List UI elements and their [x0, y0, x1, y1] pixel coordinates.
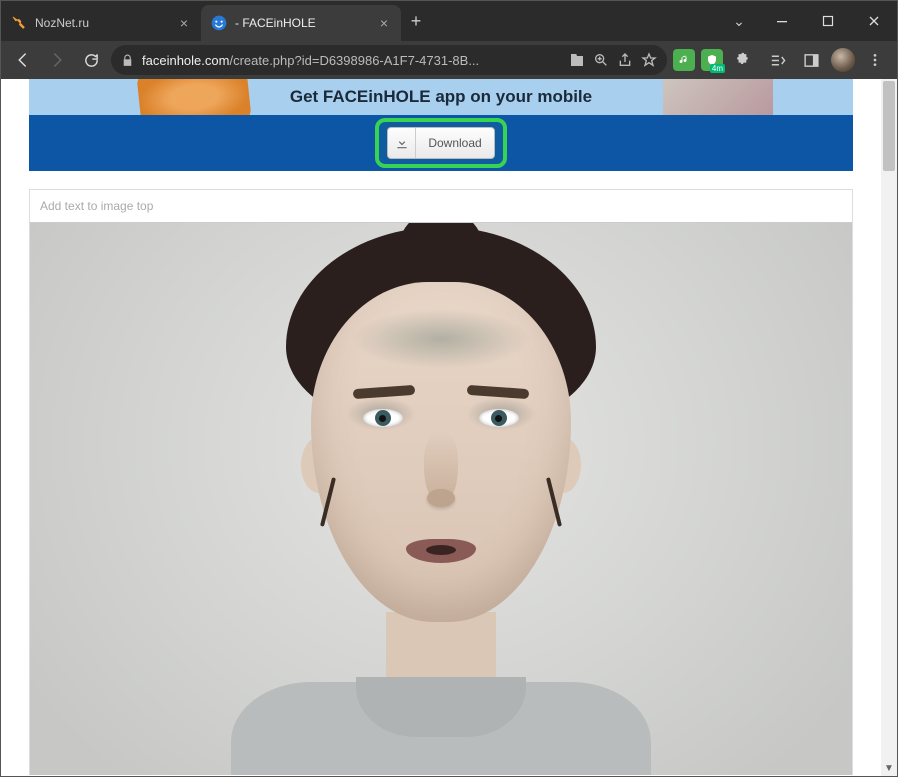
minimize-button[interactable]: [759, 1, 805, 41]
face-composite: [231, 227, 651, 767]
tutorial-highlight: Download: [375, 118, 506, 168]
new-tab-button[interactable]: +: [401, 1, 431, 41]
forward-button[interactable]: [43, 46, 71, 74]
download-icon: [388, 128, 416, 158]
zoom-icon[interactable]: [593, 52, 609, 68]
address-bar[interactable]: faceinhole.com/create.php?id=D6398986-A1…: [111, 45, 667, 75]
profile-avatar[interactable]: [831, 48, 855, 72]
window-controls: ⌄: [719, 1, 897, 41]
close-icon[interactable]: ×: [177, 15, 191, 31]
tab-title: NozNet.ru: [35, 16, 169, 30]
media-control-icon[interactable]: [763, 46, 791, 74]
extension-music-icon[interactable]: [673, 49, 695, 71]
extension-badge: 4m: [710, 64, 725, 73]
lock-icon: [121, 54, 134, 67]
close-window-button[interactable]: [851, 1, 897, 41]
page-content: Get FACEinHOLE app on your mobile Downlo…: [1, 79, 881, 775]
maximize-button[interactable]: [805, 1, 851, 41]
kebab-menu-icon[interactable]: [861, 46, 889, 74]
promo-text: Get FACEinHOLE app on your mobile: [290, 87, 592, 107]
caption-input-container: [29, 189, 853, 223]
chevron-down-icon[interactable]: ⌄: [719, 13, 759, 30]
extension-shield-icon[interactable]: 4m: [701, 49, 723, 71]
promo-graphic-left: [136, 79, 251, 115]
tab-faceinhole[interactable]: - FACEinHOLE ×: [201, 5, 401, 41]
side-panel-icon[interactable]: [797, 46, 825, 74]
tab-noznet[interactable]: NozNet.ru ×: [1, 5, 201, 41]
result-image: [29, 223, 853, 775]
back-button[interactable]: [9, 46, 37, 74]
tab-title: - FACEinHOLE: [235, 16, 369, 30]
extensions-button[interactable]: [729, 46, 757, 74]
share-icon[interactable]: [617, 52, 633, 68]
wrench-icon: [11, 15, 27, 31]
download-label: Download: [416, 136, 493, 150]
action-bar: Download: [29, 115, 853, 171]
close-icon[interactable]: ×: [377, 15, 391, 31]
reload-button[interactable]: [77, 46, 105, 74]
scroll-down-icon[interactable]: ▼: [881, 760, 897, 776]
promo-banner[interactable]: Get FACEinHOLE app on your mobile: [29, 79, 853, 115]
caption-top-input[interactable]: [40, 199, 842, 213]
star-icon[interactable]: [641, 52, 657, 68]
scrollbar-thumb[interactable]: [883, 81, 895, 171]
page-viewport: Get FACEinHOLE app on your mobile Downlo…: [1, 79, 897, 776]
promo-graphic-right: [663, 79, 773, 115]
browser-toolbar: faceinhole.com/create.php?id=D6398986-A1…: [1, 41, 897, 79]
window-titlebar: NozNet.ru × - FACEinHOLE × + ⌄: [1, 1, 897, 41]
smiley-icon: [211, 15, 227, 31]
scrollbar[interactable]: ▲ ▼: [881, 79, 897, 776]
url-text: faceinhole.com/create.php?id=D6398986-A1…: [142, 53, 561, 68]
translate-icon[interactable]: [569, 52, 585, 68]
download-button[interactable]: Download: [387, 127, 494, 159]
